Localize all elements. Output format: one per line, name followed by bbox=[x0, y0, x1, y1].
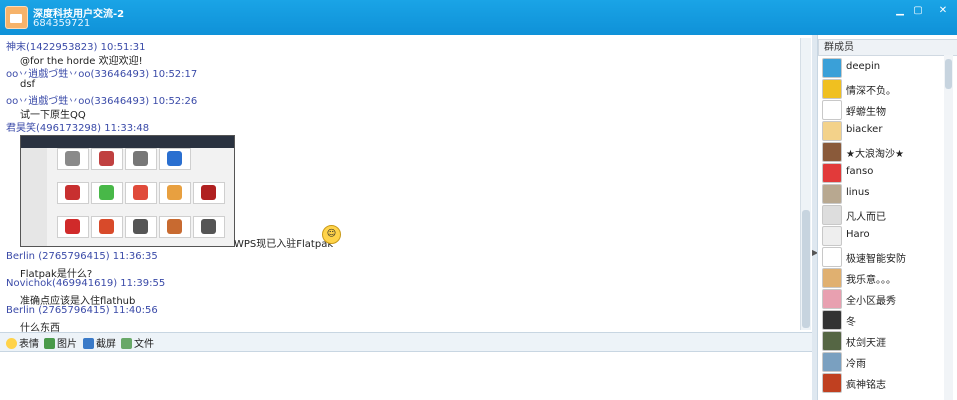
screenshot-label: 截屏 bbox=[96, 339, 116, 350]
group-id: 684359721 bbox=[33, 18, 91, 29]
chat-scrollbar-thumb[interactable] bbox=[802, 210, 810, 328]
message-sender: 神末(1422953823) 10:51:31 bbox=[6, 42, 146, 53]
member-item[interactable]: 情深不负。 bbox=[821, 78, 946, 99]
member-item[interactable]: 我乐意。。。 bbox=[821, 267, 946, 288]
member-item[interactable]: 冬 bbox=[821, 309, 946, 330]
emoji-button[interactable]: 表情 bbox=[6, 335, 39, 350]
member-item[interactable]: fanso bbox=[821, 162, 946, 183]
avatar bbox=[822, 184, 842, 204]
image-button[interactable]: 图片 bbox=[44, 335, 77, 350]
avatar bbox=[822, 163, 842, 183]
member-name: 冷雨 bbox=[846, 359, 866, 370]
member-name: fanso bbox=[846, 166, 874, 177]
member-name: 全小区最秀 bbox=[846, 296, 896, 307]
member-name: 疯神铭志 bbox=[846, 380, 886, 391]
avatar bbox=[822, 289, 842, 309]
member-name: 杖剑天涯 bbox=[846, 338, 886, 349]
message-sender: oo丷逍戲づ甡丷oo(33646493) 10:52:17 bbox=[6, 69, 198, 80]
avatar bbox=[822, 121, 842, 141]
member-item[interactable]: ★大浪淘沙★ bbox=[821, 141, 946, 162]
member-item[interactable]: Haro bbox=[821, 225, 946, 246]
message-sender: oo丷逍戲づ甡丷oo(33646493) 10:52:26 bbox=[6, 96, 198, 107]
avatar bbox=[822, 268, 842, 288]
message-input[interactable] bbox=[4, 352, 808, 400]
avatar bbox=[822, 142, 842, 162]
avatar bbox=[822, 331, 842, 351]
message-sender: 君昊笑(496173298) 11:33:48 bbox=[6, 123, 150, 134]
close-icon[interactable]: ✕ bbox=[936, 4, 950, 18]
chat-scrollbar[interactable] bbox=[800, 38, 811, 330]
avatar bbox=[822, 226, 842, 246]
title-bar: 深度科技用户交流-2 684359721 ▁ ▢ ✕ bbox=[0, 0, 957, 35]
member-item[interactable]: linus bbox=[821, 183, 946, 204]
avatar bbox=[822, 205, 842, 225]
screenshot-button[interactable]: 截屏 bbox=[83, 335, 116, 350]
member-item[interactable]: 杖剑天涯 bbox=[821, 330, 946, 351]
member-name: 冬 bbox=[846, 317, 856, 328]
member-scrollbar[interactable] bbox=[944, 55, 953, 400]
avatar bbox=[822, 247, 842, 267]
minimize-icon[interactable]: ▁ bbox=[893, 4, 907, 18]
message-sender: Novichok(469941619) 11:39:55 bbox=[6, 278, 166, 289]
member-item[interactable]: 蜉蝣生物 bbox=[821, 99, 946, 120]
message-text: WPS现已入驻Flatpak bbox=[234, 239, 334, 250]
member-name: 情深不负。 bbox=[846, 86, 896, 97]
member-item[interactable]: 疯神铭志 bbox=[821, 372, 946, 393]
screenshot-icon bbox=[83, 338, 94, 349]
shared-screenshot-image[interactable] bbox=[20, 135, 235, 247]
member-item[interactable]: 全小区最秀 bbox=[821, 288, 946, 309]
chat-window-icon bbox=[5, 6, 28, 29]
member-name: 凡人而已 bbox=[846, 212, 886, 223]
file-button[interactable]: 文件 bbox=[121, 335, 154, 350]
member-name: biacker bbox=[846, 124, 883, 135]
avatar bbox=[822, 58, 842, 78]
emoji-label: 表情 bbox=[19, 339, 39, 350]
member-panel-header: 群成员 bbox=[818, 39, 957, 56]
message-sender: Berlin (2765796415) 11:40:56 bbox=[6, 305, 158, 316]
member-item[interactable]: 凡人而已 bbox=[821, 204, 946, 225]
member-scrollbar-thumb[interactable] bbox=[945, 59, 952, 89]
member-name: 蜉蝣生物 bbox=[846, 107, 886, 118]
chat-history[interactable]: 神末(1422953823) 10:51:31 @for the horde 欢… bbox=[0, 35, 812, 332]
member-panel: 群成员 deepin 情深不负。蜉蝣生物 biacker ★大浪淘沙★ fanso lin… bbox=[817, 35, 957, 400]
member-item[interactable]: biacker bbox=[821, 120, 946, 141]
file-icon bbox=[121, 338, 132, 349]
smiley-emoji-icon: ☺ bbox=[322, 225, 341, 244]
member-name: 极速智能安防 bbox=[846, 254, 906, 265]
message-text: 什么东西 bbox=[20, 323, 60, 332]
emoji-icon bbox=[6, 338, 17, 349]
input-toolbar: 表情 图片 截屏 文件 bbox=[0, 332, 812, 352]
avatar bbox=[822, 79, 842, 99]
avatar bbox=[822, 373, 842, 393]
member-name: Haro bbox=[846, 229, 870, 240]
member-name: 我乐意。。。 bbox=[846, 275, 896, 286]
avatar bbox=[822, 310, 842, 330]
image-label: 图片 bbox=[57, 339, 77, 350]
avatar bbox=[822, 100, 842, 120]
member-item[interactable]: 冷雨 bbox=[821, 351, 946, 372]
member-name: linus bbox=[846, 187, 870, 198]
file-label: 文件 bbox=[134, 339, 154, 350]
message-sender: Berlin (2765796415) 11:36:35 bbox=[6, 251, 158, 262]
member-item[interactable]: deepin bbox=[821, 57, 946, 78]
maximize-icon[interactable]: ▢ bbox=[911, 4, 925, 18]
image-icon bbox=[44, 338, 55, 349]
member-name: ★大浪淘沙★ bbox=[846, 149, 904, 160]
member-name: deepin bbox=[846, 61, 881, 72]
avatar bbox=[822, 352, 842, 372]
message-text: dsf bbox=[20, 79, 36, 90]
member-item[interactable]: 极速智能安防 bbox=[821, 246, 946, 267]
